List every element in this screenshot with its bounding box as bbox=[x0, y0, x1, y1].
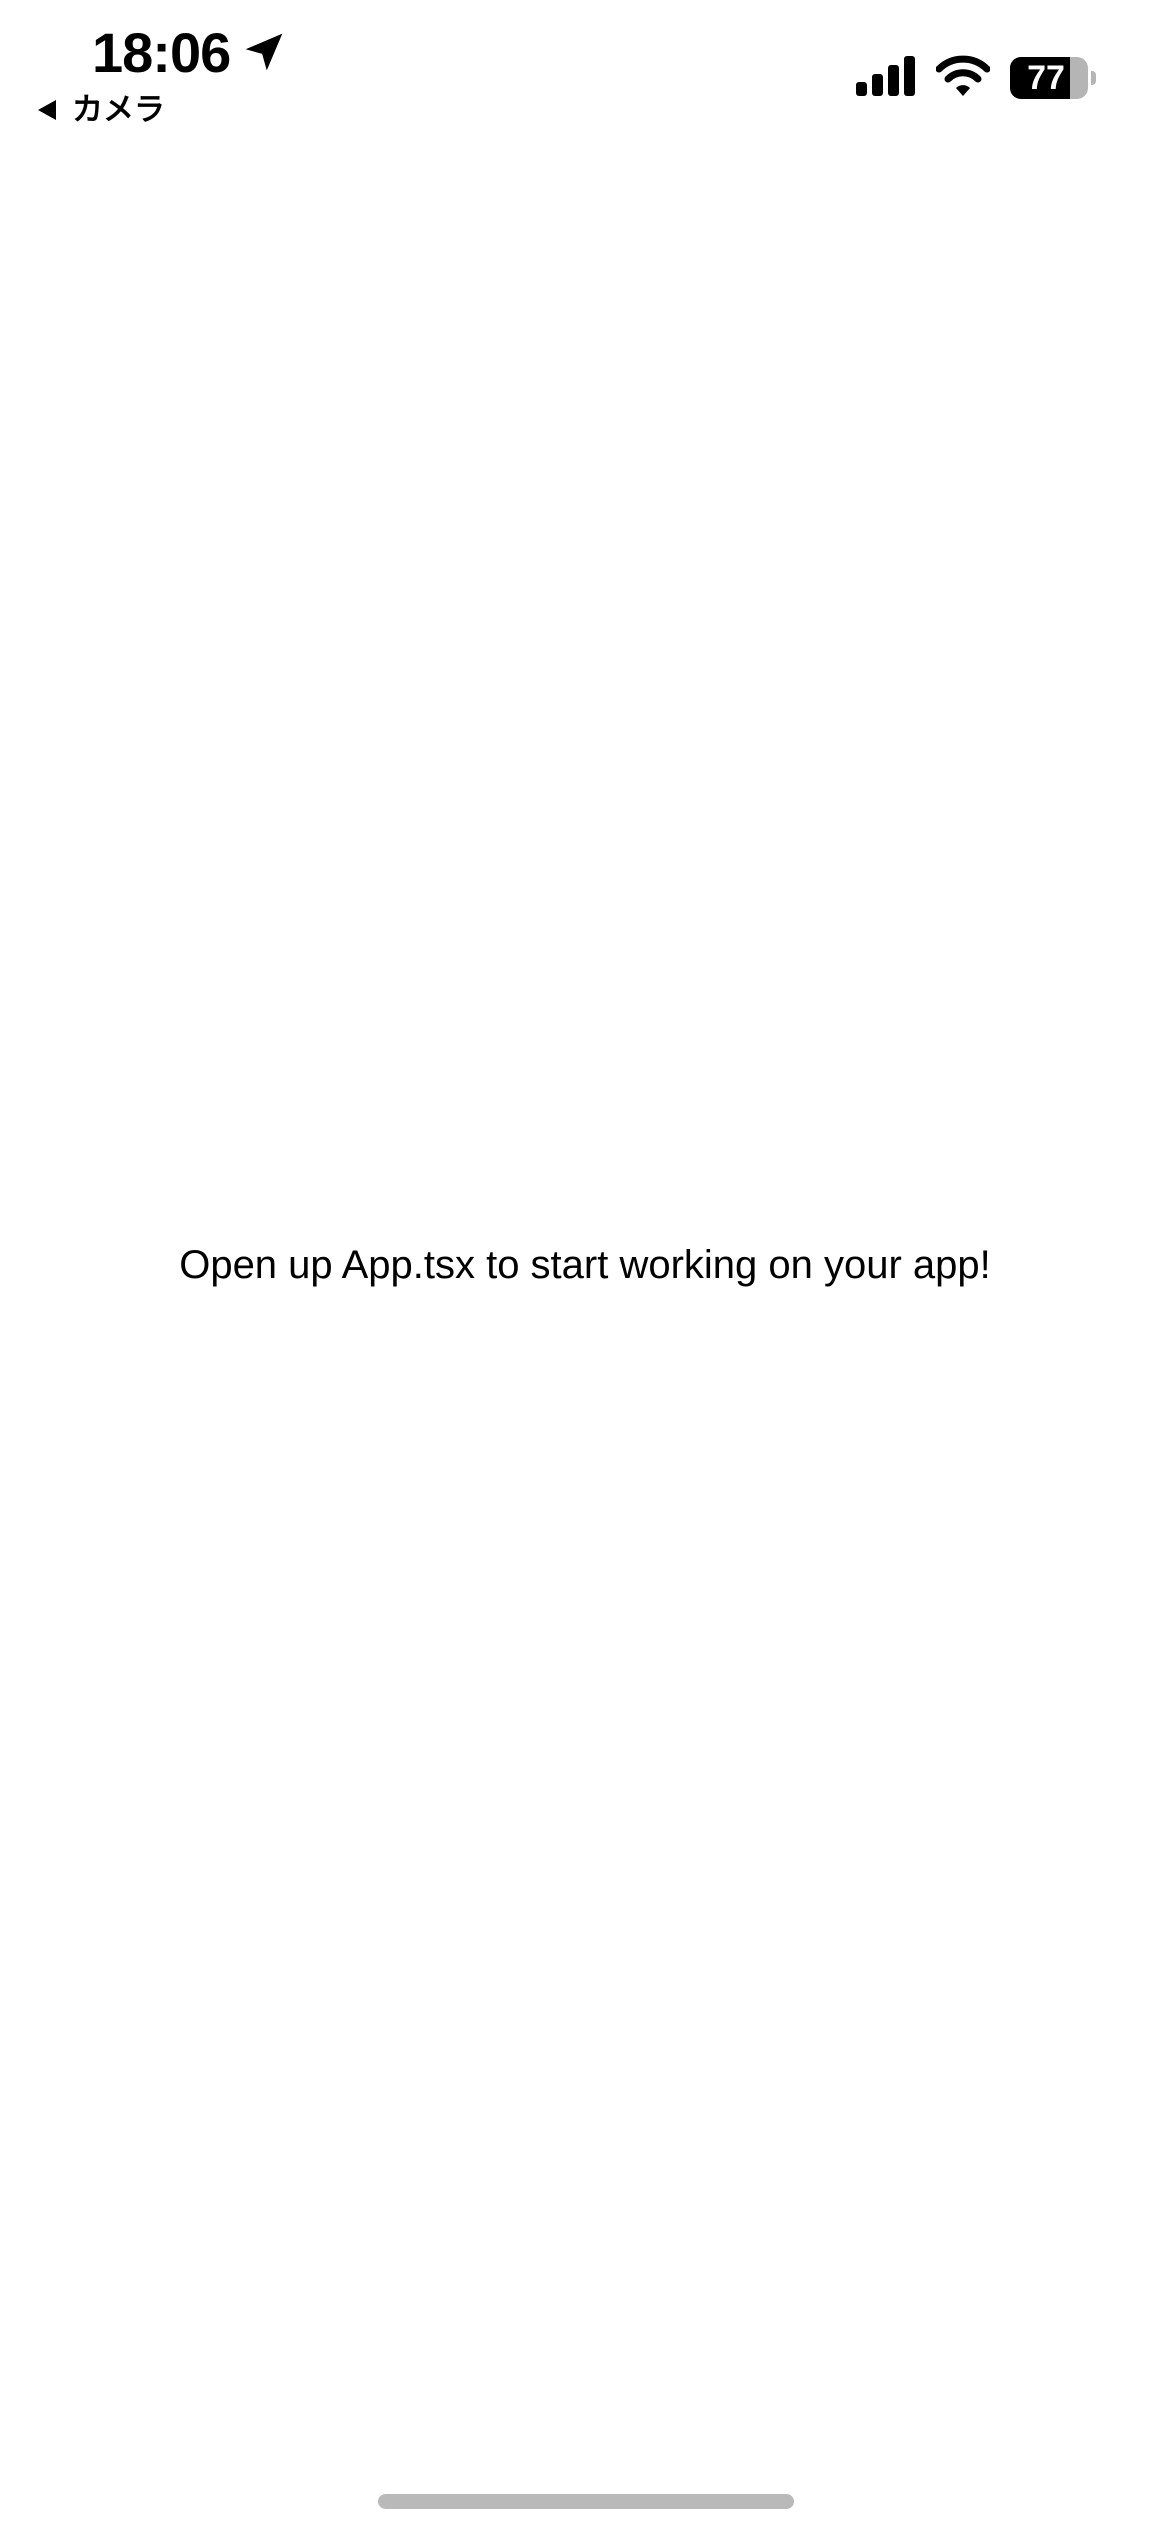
battery-icon: 77 bbox=[1010, 57, 1098, 99]
cellular-signal-icon bbox=[856, 56, 915, 96]
battery-cap bbox=[1091, 71, 1096, 85]
status-time: 18:06 bbox=[92, 21, 231, 84]
back-to-camera-link[interactable]: カメラ bbox=[36, 88, 165, 132]
battery-body: 77 bbox=[1010, 57, 1088, 99]
back-link-label: カメラ bbox=[72, 92, 165, 128]
home-indicator[interactable] bbox=[378, 2494, 794, 2509]
location-arrow-icon bbox=[245, 33, 283, 71]
battery-level-text: 77 bbox=[1027, 59, 1065, 97]
status-bar: 18:06 カメラ 77 bbox=[0, 0, 1170, 140]
back-triangle-icon bbox=[38, 100, 56, 120]
app-placeholder-message: Open up App.tsx to start working on your… bbox=[179, 1243, 991, 1287]
wifi-icon bbox=[936, 55, 990, 96]
